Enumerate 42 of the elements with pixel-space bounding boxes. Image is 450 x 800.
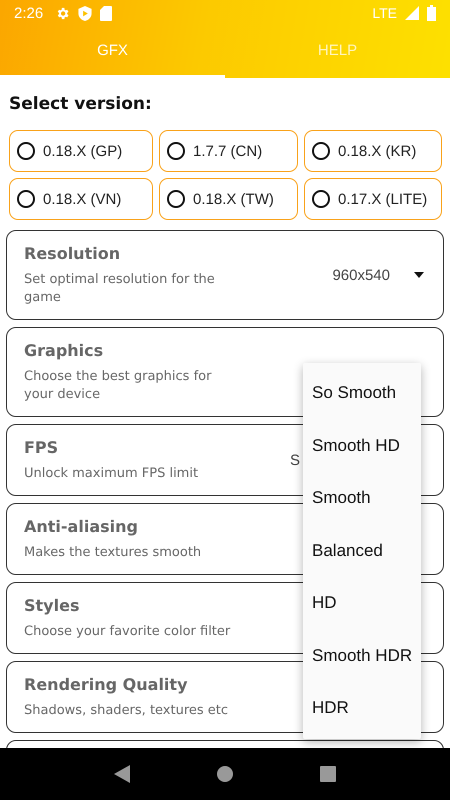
menu-item[interactable]: So Smooth (303, 367, 421, 420)
version-radio[interactable]: 0.18.X (TW) (159, 178, 298, 220)
network-type: LTE (372, 5, 397, 21)
setting-value: S (290, 452, 300, 468)
version-radio[interactable]: 0.18.X (GP) (9, 130, 153, 172)
setting-description: Choose the best graphics for your device (24, 368, 212, 404)
version-radio[interactable]: 0.17.X (LITE) (304, 178, 442, 220)
shield-icon (78, 6, 92, 20)
version-label: 0.18.X (GP) (43, 142, 122, 160)
version-label: 0.18.X (KR) (338, 142, 416, 160)
version-radio[interactable]: 0.18.X (VN) (9, 178, 153, 220)
setting-value: 960x540 (332, 266, 390, 284)
setting-title: Resolution (24, 244, 122, 262)
setting-description: Shadows, shaders, textures etc (24, 702, 230, 720)
home-icon[interactable] (216, 766, 233, 782)
version-label: 0.17.X (LITE) (338, 190, 428, 208)
setting-title: Styles (24, 596, 80, 614)
menu-item[interactable]: HDR (303, 682, 421, 734)
setting-description: Choose your favorite color filter (24, 622, 232, 640)
battery-icon (427, 5, 436, 21)
version-label: 1.7.7 (CN) (193, 142, 262, 160)
setting-title: Rendering Quality (24, 674, 188, 694)
setting-description: Set optimal resolution for the game (24, 270, 216, 306)
menu-item[interactable]: Balanced (303, 524, 421, 577)
setting-card[interactable]: Resolution Set optimal resolution for the game 960x540 (6, 230, 444, 320)
version-label: 0.18.X (TW) (193, 190, 274, 208)
status-time: 2:26 (14, 4, 44, 22)
section-heading: Select version: (8, 93, 153, 116)
version-radio[interactable]: 0.18.X (KR) (304, 130, 442, 172)
recents-icon[interactable] (320, 766, 336, 782)
dropdown-caret-icon (414, 272, 424, 278)
setting-title: Anti-aliasing (24, 516, 139, 536)
back-icon[interactable] (114, 765, 130, 783)
setting-title: FPS (24, 438, 60, 456)
setting-title: Graphics (24, 340, 104, 360)
version-label: 0.18.X (VN) (43, 190, 122, 208)
version-radio[interactable]: 1.7.7 (CN) (159, 130, 298, 172)
setting-description: Unlock maximum FPS limit (24, 464, 200, 482)
settings-icon (55, 6, 70, 20)
sd-card-icon (100, 6, 112, 20)
setting-description: Makes the textures smooth (24, 544, 202, 562)
signal-icon (405, 6, 419, 20)
